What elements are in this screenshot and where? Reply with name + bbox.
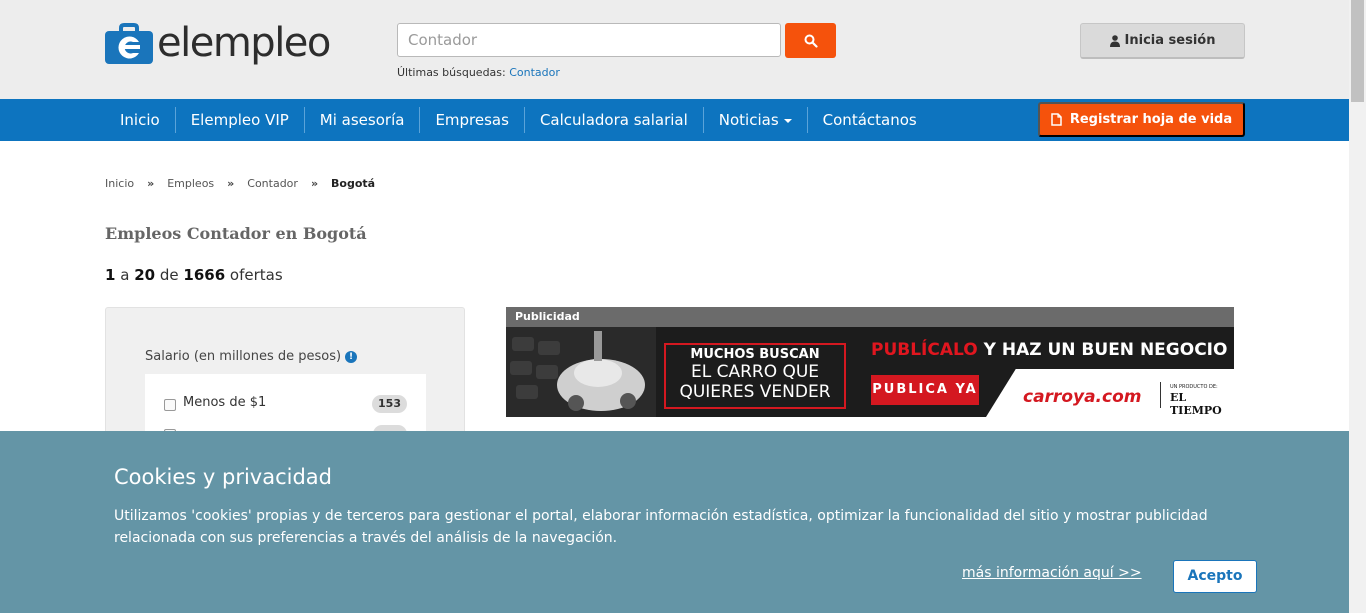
register-cv-button[interactable]: Registrar hoja de vida xyxy=(1038,102,1245,137)
ad-headline-white: Y HAZ UN BUEN NEGOCIO xyxy=(977,340,1228,360)
site-header: elempleo Últimas búsquedas: Contador Ini… xyxy=(0,0,1349,99)
ad-headline-red: PUBLÍCALO xyxy=(871,340,978,360)
nav-item-elempleo-vip[interactable]: Elempleo VIP xyxy=(176,107,305,133)
nav-item-contactanos[interactable]: Contáctanos xyxy=(808,107,932,133)
ad-box-line1: MUCHOS BUSCAN xyxy=(690,347,820,362)
login-button[interactable]: Inicia sesión xyxy=(1080,23,1245,59)
breadcrumb-item-inicio[interactable]: Inicio xyxy=(105,177,134,190)
recent-searches: Últimas búsquedas: Contador xyxy=(397,66,560,79)
cookie-more-info-link[interactable]: más información aquí >> xyxy=(962,565,1142,581)
filter-option[interactable]: Menos de $1 153 xyxy=(145,389,426,419)
nav-item-calculadora-salarial[interactable]: Calculadora salarial xyxy=(525,107,704,133)
results-total: 1666 xyxy=(183,266,226,284)
ad-headline: PUBLÍCALO Y HAZ UN BUEN NEGOCIO xyxy=(871,340,1227,360)
caret-down-icon xyxy=(783,118,792,123)
recent-search-link[interactable]: Contador xyxy=(509,66,560,79)
results-suffix: ofertas xyxy=(229,266,283,284)
ad-divider xyxy=(1160,382,1161,408)
breadcrumb-current: Bogotá xyxy=(331,177,376,190)
car-keys-image xyxy=(506,327,656,417)
login-label: Inicia sesión xyxy=(1124,33,1216,48)
scrollbar-thumb[interactable] xyxy=(1351,0,1364,102)
cookie-title: Cookies y privacidad xyxy=(114,465,332,489)
ad-cta-button[interactable]: PUBLICA YA xyxy=(871,375,979,405)
search-input[interactable] xyxy=(397,23,781,57)
salary-filter-panel: Salario (en millones de pesos) ! Menos d… xyxy=(105,307,465,464)
nav-item-inicio[interactable]: Inicio xyxy=(105,107,176,133)
results-from: 1 xyxy=(105,266,116,284)
nav-item-mi-asesoria[interactable]: Mi asesoría xyxy=(305,107,421,133)
elempleo-logo[interactable]: elempleo xyxy=(105,18,331,68)
ad-newspaper-logo: EL TIEMPO xyxy=(1170,391,1222,417)
ad-brand-logo: carroya.com xyxy=(1023,387,1142,407)
nav-item-noticias[interactable]: Noticias xyxy=(704,107,808,133)
info-icon[interactable]: ! xyxy=(345,350,358,363)
nav-item-empresas[interactable]: Empresas xyxy=(420,107,525,133)
filter-option-label: Menos de $1 xyxy=(183,395,267,410)
breadcrumb-item-empleos[interactable]: Empleos xyxy=(167,177,214,190)
filter-option-count: 153 xyxy=(372,395,407,413)
ad-box-line3: QUIERES VENDER xyxy=(679,382,831,402)
breadcrumb: Inicio » Empleos » Contador » Bogotá xyxy=(105,177,375,190)
ad-banner[interactable]: Publicidad MUCHOS BUSCAN EL CARRO QUE QU… xyxy=(506,307,1234,417)
ad-box-line2: EL CARRO QUE xyxy=(690,362,820,382)
main-nav: Inicio Elempleo VIP Mi asesoría Empresas… xyxy=(0,99,1349,141)
results-count: 1 a 20 de 1666 ofertas xyxy=(105,266,283,284)
recent-searches-label: Últimas búsquedas: xyxy=(397,66,506,79)
nav-item-noticias-label: Noticias xyxy=(718,111,779,129)
breadcrumb-item-contador[interactable]: Contador xyxy=(247,177,298,190)
results-de: de xyxy=(159,266,179,284)
user-icon xyxy=(1109,34,1120,47)
breadcrumb-separator: » xyxy=(310,177,319,190)
ad-message-box: MUCHOS BUSCAN EL CARRO QUE QUIERES VENDE… xyxy=(664,343,846,409)
ad-label: Publicidad xyxy=(506,307,1234,327)
search-icon xyxy=(804,34,818,48)
car-keys-illustration xyxy=(506,327,656,417)
ad-tagline: UN PRODUCTO DE: xyxy=(1170,384,1218,390)
cookie-accept-button[interactable]: Acepto xyxy=(1173,560,1257,593)
salary-filter-title: Salario (en millones de pesos) ! xyxy=(145,349,358,364)
salary-filter-label: Salario (en millones de pesos) xyxy=(145,349,342,364)
results-to: 20 xyxy=(134,266,156,284)
cookie-banner: Cookies y privacidad Utilizamos 'cookies… xyxy=(0,431,1349,613)
search-button[interactable] xyxy=(785,23,836,58)
breadcrumb-separator: » xyxy=(227,177,235,190)
page-title: Empleos Contador en Bogotá xyxy=(105,224,367,243)
register-cv-label: Registrar hoja de vida xyxy=(1069,112,1233,127)
cookie-text: Utilizamos 'cookies' propias y de tercer… xyxy=(114,508,1208,546)
breadcrumb-separator: » xyxy=(147,177,155,190)
logo-text: elempleo xyxy=(157,20,331,66)
page-scrollbar[interactable] xyxy=(1349,0,1366,613)
filter-checkbox[interactable] xyxy=(164,399,176,411)
document-icon xyxy=(1051,113,1062,126)
results-a: a xyxy=(120,266,130,284)
logo-icon xyxy=(105,23,153,64)
